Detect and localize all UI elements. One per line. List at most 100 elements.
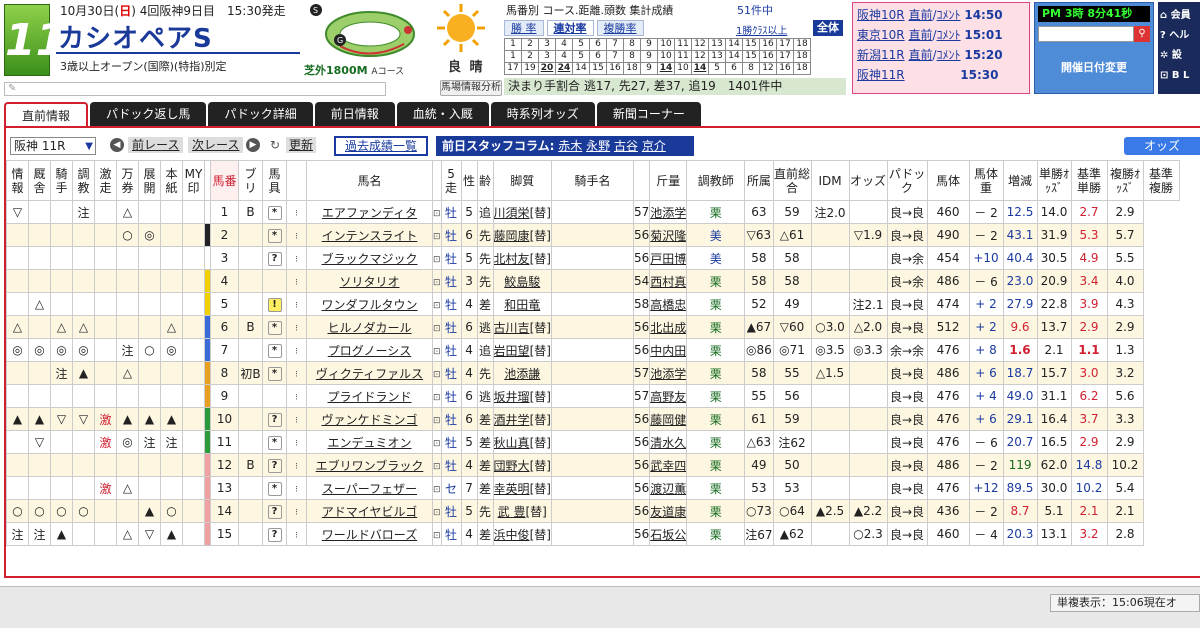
mark-cell[interactable]: 激 [94, 430, 117, 454]
trainer[interactable]: 戸田博 [649, 246, 688, 270]
search-icon[interactable]: ⚲ [1134, 26, 1150, 42]
col-header[interactable] [432, 160, 442, 201]
all-button[interactable]: 全体 [813, 20, 843, 36]
col-header[interactable]: 斤量 [649, 160, 688, 201]
gear-badge[interactable]: * [267, 436, 282, 450]
mark-cell[interactable] [94, 292, 117, 316]
trainer[interactable]: 西村真 [649, 269, 688, 293]
mark-cell[interactable] [50, 453, 73, 477]
mark-cell[interactable] [160, 200, 183, 224]
mark-cell[interactable] [94, 499, 117, 523]
mark-cell[interactable] [116, 453, 139, 477]
mark-cell[interactable] [6, 223, 29, 247]
mark-cell[interactable] [94, 246, 117, 270]
col-header[interactable]: 性 [460, 160, 478, 201]
mark-cell[interactable] [160, 246, 183, 270]
trainer[interactable]: 石坂公 [649, 522, 688, 546]
mark-cell[interactable] [94, 361, 117, 385]
jockey-name[interactable]: 秋山真 [494, 436, 530, 450]
tab-pre-race[interactable]: 直前情報 [4, 102, 89, 126]
col-header[interactable]: 脚質 [492, 160, 552, 201]
mark-cell[interactable]: ▲ [160, 522, 183, 546]
mark-cell[interactable]: △ [116, 522, 139, 546]
trainer[interactable]: 清水久 [649, 430, 688, 454]
mark-cell[interactable] [72, 430, 95, 454]
col-header[interactable]: 馬番 [210, 160, 239, 201]
race-link-item[interactable]: 阪神11R 15:30 [857, 65, 1025, 85]
col-header[interactable]: IDM [810, 160, 850, 201]
horse-name[interactable]: エブリワンブラック [306, 453, 433, 477]
staff-link[interactable]: 京介 [642, 139, 666, 153]
staff-link[interactable]: 永野 [586, 139, 610, 153]
mark-cell[interactable] [6, 384, 29, 408]
jockey[interactable]: 鮫島駿 [492, 269, 552, 293]
col-header[interactable]: 増減 [1002, 160, 1038, 201]
trainer[interactable]: 池添学 [649, 361, 688, 385]
mark-cell[interactable] [182, 476, 205, 500]
jockey-name[interactable]: 武 豊 [498, 505, 526, 519]
mark-cell[interactable] [182, 200, 205, 224]
odds-button[interactable]: オッズ [1124, 137, 1200, 155]
mark-cell[interactable] [50, 430, 73, 454]
trainer[interactable]: 渡辺薫 [649, 476, 688, 500]
col-header[interactable]: 単勝ｵｯｽﾞ [1036, 160, 1072, 201]
jockey[interactable]: 武 豊[替] [492, 499, 552, 523]
jockey[interactable]: 酒井学[替] [492, 407, 552, 431]
gear-badge[interactable]: * [267, 344, 282, 358]
mark-cell[interactable] [28, 246, 51, 270]
mark-cell[interactable] [116, 315, 139, 339]
mark-cell[interactable] [72, 384, 95, 408]
horse-name[interactable]: ヒルノダカール [306, 315, 433, 339]
col-header[interactable]: 馬体重 [968, 160, 1004, 201]
mark-cell[interactable]: 注 [50, 361, 73, 385]
jockey-name[interactable]: 坂井瑠 [494, 390, 530, 404]
jockey[interactable]: 川須栄[替] [492, 200, 552, 224]
jockey-name[interactable]: 和田竜 [504, 298, 540, 312]
history-icon[interactable]: ⊡ [433, 232, 440, 242]
mark-cell[interactable] [182, 453, 205, 477]
col-header[interactable]: 所属 [744, 160, 774, 201]
mark-cell[interactable] [94, 338, 117, 362]
jockey-name[interactable]: 団野大 [494, 459, 530, 473]
horse-name[interactable]: アドマイヤビルゴ [306, 499, 433, 523]
jockey[interactable]: 団野大[替] [492, 453, 552, 477]
horse-name[interactable]: プログノーシス [306, 338, 433, 362]
col-header[interactable] [632, 160, 651, 201]
horse-name[interactable]: スーパーフェザー [306, 476, 433, 500]
mark-cell[interactable] [72, 223, 95, 247]
mark-cell[interactable] [138, 200, 161, 224]
jockey[interactable]: 岩田望[替] [492, 338, 552, 362]
next-icon[interactable]: ▶ [246, 138, 260, 152]
mark-cell[interactable] [182, 223, 205, 247]
trainer[interactable]: 菊沢隆 [649, 223, 688, 247]
tab-paddock-detail[interactable]: パドック詳細 [208, 102, 313, 126]
jockey[interactable]: 古川吉[替] [492, 315, 552, 339]
history-icon[interactable]: ⊡ [433, 301, 440, 311]
mark-cell[interactable] [116, 384, 139, 408]
mark-cell[interactable]: ○ [28, 499, 51, 523]
jockey[interactable]: 北村友[替] [492, 246, 552, 270]
gear-badge[interactable]: * [267, 367, 282, 381]
mark-cell[interactable] [50, 246, 73, 270]
mark-cell[interactable]: ▽ [28, 430, 51, 454]
mark-cell[interactable]: ◎ [138, 223, 161, 247]
col-header[interactable]: 馬具 [262, 160, 287, 201]
gear-badge[interactable]: ? [267, 413, 282, 427]
jockey[interactable]: 坂井瑠[替] [492, 384, 552, 408]
mark-cell[interactable]: △ [72, 315, 95, 339]
gear-badge[interactable]: * [267, 229, 282, 243]
jockey[interactable]: 藤岡康[替] [492, 223, 552, 247]
mark-cell[interactable]: △ [50, 315, 73, 339]
mark-cell[interactable] [28, 269, 51, 293]
menu-help[interactable]: ? ヘル [1160, 26, 1200, 46]
mark-cell[interactable] [182, 499, 205, 523]
memo-input[interactable] [4, 82, 386, 96]
jockey-name[interactable]: 古川吉 [494, 321, 530, 335]
col-header[interactable]: 直前総合 [772, 160, 812, 201]
gear-badge[interactable]: * [267, 321, 282, 335]
tab-odds-timeline[interactable]: 時系列オッズ [490, 102, 595, 126]
mark-cell[interactable]: ○ [116, 223, 139, 247]
jockey-name[interactable]: 川須栄 [494, 206, 530, 220]
menu-settings[interactable]: ✲ 設 [1160, 46, 1200, 66]
mark-cell[interactable] [6, 361, 29, 385]
